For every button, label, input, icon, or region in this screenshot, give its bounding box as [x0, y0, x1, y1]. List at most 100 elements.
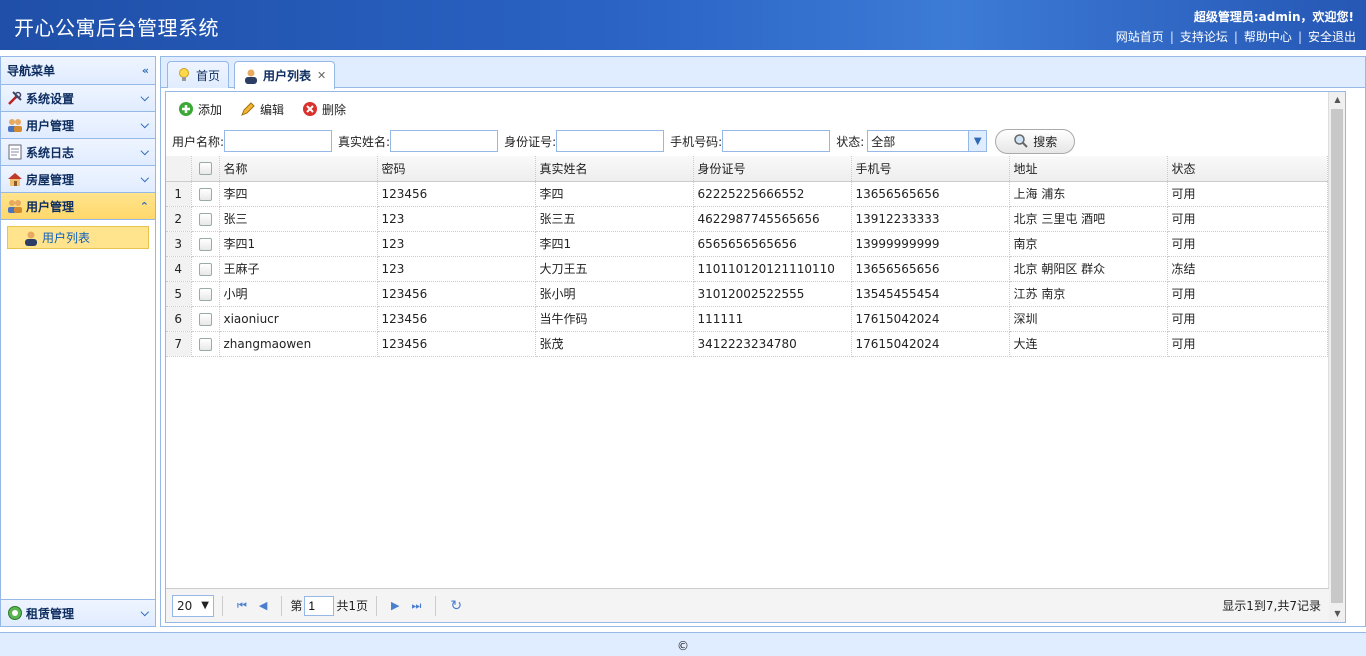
- checkbox[interactable]: [198, 212, 212, 226]
- table-row[interactable]: 4 王麻子 123 大刀王五 110110120121110110 13656565656…: [166, 256, 1328, 282]
- footer: ©: [0, 632, 1366, 656]
- user-icon: [25, 231, 37, 246]
- table-cell: 南京: [1009, 231, 1168, 257]
- link-site-home[interactable]: 网站首页: [1116, 28, 1164, 45]
- add-button[interactable]: 添加: [178, 101, 222, 118]
- row-checkbox-cell[interactable]: [191, 306, 220, 332]
- pagination-bar: 20 ▼ ⏮ ◀ 第 共1页 ▶ ⏭ ↻ 显示1到7,共7记录: [166, 588, 1329, 622]
- tab-label: 首页: [196, 68, 221, 83]
- table-cell: 上海 浦东: [1009, 181, 1168, 207]
- table-row[interactable]: 2 张三 123 张三五 4622987745565656 13912233333 北京 三…: [166, 206, 1328, 232]
- close-icon[interactable]: ✕: [317, 69, 326, 82]
- checkbox[interactable]: [198, 237, 212, 251]
- column-header[interactable]: 真实姓名: [535, 156, 694, 182]
- row-checkbox-cell[interactable]: [191, 331, 220, 357]
- page-number-input[interactable]: [304, 595, 335, 616]
- next-page-icon[interactable]: ▶: [391, 599, 399, 612]
- row-checkbox-cell[interactable]: [191, 231, 220, 257]
- page-size-select[interactable]: 20 ▼: [172, 594, 214, 617]
- scroll-down-icon[interactable]: ▼: [1329, 606, 1346, 622]
- page-size-value: 20: [177, 598, 193, 613]
- table-cell: 可用: [1167, 231, 1328, 257]
- phone-input[interactable]: [722, 130, 831, 152]
- sidebar-header: 导航菜单 «: [1, 57, 155, 85]
- checkbox[interactable]: [198, 262, 212, 276]
- table-cell: 6565656565656: [693, 231, 852, 257]
- refresh-icon[interactable]: ↻: [450, 598, 462, 614]
- sidebar-item-user-management[interactable]: 用户管理 ⌵: [1, 112, 155, 139]
- sidebar-item-user-management-expanded[interactable]: 用户管理 ⌃: [1, 193, 155, 220]
- table-row[interactable]: 6 xiaoniucr 123456 当牛作码 111111 17615042024 深圳可…: [166, 306, 1328, 332]
- first-page-icon[interactable]: ⏮: [237, 599, 247, 613]
- table-row[interactable]: 5 小明 123456 张小明 31012002522555 13545455454 江苏 …: [166, 281, 1328, 307]
- edit-button[interactable]: 编辑: [240, 101, 284, 118]
- column-header[interactable]: 手机号: [851, 156, 1010, 182]
- table-cell: 123: [377, 256, 536, 282]
- scroll-up-icon[interactable]: ▲: [1329, 92, 1346, 108]
- sidebar-item-system-log[interactable]: 系统日志 ⌵: [1, 139, 155, 166]
- collapse-left-icon[interactable]: «: [142, 64, 149, 77]
- table-cell: 123: [377, 231, 536, 257]
- sidebar-item-label: 系统设置: [26, 91, 75, 106]
- link-help-center[interactable]: 帮助中心: [1244, 28, 1292, 45]
- prev-page-icon[interactable]: ◀: [259, 599, 267, 612]
- idcard-input[interactable]: [556, 130, 665, 152]
- sidebar-item-house-management[interactable]: 房屋管理 ⌵: [1, 166, 155, 193]
- table-cell: 123456: [377, 181, 536, 207]
- table-row[interactable]: 7 zhangmaowen 123456 张茂 3412223234780 1761504…: [166, 331, 1328, 357]
- row-checkbox-cell[interactable]: [191, 281, 220, 307]
- divider: [222, 595, 223, 616]
- column-header[interactable]: 身份证号: [693, 156, 852, 182]
- realname-input[interactable]: [390, 130, 499, 152]
- tab-bar: 首页 用户列表 ✕: [161, 57, 1365, 89]
- username-input[interactable]: [224, 130, 333, 152]
- sidebar-subitem-user-list[interactable]: 用户列表: [7, 226, 149, 249]
- column-header[interactable]: 地址: [1009, 156, 1168, 182]
- users-icon: [8, 200, 22, 213]
- table-cell: 62225225666552: [693, 181, 852, 207]
- last-page-icon[interactable]: ⏭: [412, 599, 422, 613]
- delete-button[interactable]: 删除: [302, 101, 346, 118]
- row-checkbox-cell[interactable]: [191, 206, 220, 232]
- divider: |: [1297, 29, 1302, 44]
- table-cell: 可用: [1167, 206, 1328, 232]
- sidebar-item-lease-management[interactable]: 租赁管理 ⌵: [1, 599, 155, 626]
- checkbox[interactable]: [198, 312, 212, 326]
- search-icon: [1014, 134, 1028, 148]
- tab-user-list[interactable]: 用户列表 ✕: [234, 61, 336, 89]
- select-all-checkbox[interactable]: [191, 156, 220, 182]
- status-select[interactable]: 全部 ▼: [867, 130, 988, 152]
- table-cell: 张三: [219, 206, 378, 232]
- sidebar-item-system-settings[interactable]: 系统设置 ⌵: [1, 85, 155, 112]
- checkbox[interactable]: [198, 187, 212, 201]
- checkbox[interactable]: [198, 162, 212, 176]
- checkbox[interactable]: [198, 337, 212, 351]
- checkbox[interactable]: [198, 287, 212, 301]
- scroll-thumb[interactable]: [1331, 109, 1343, 603]
- search-label: 搜索: [1033, 134, 1058, 149]
- row-checkbox-cell[interactable]: [191, 181, 220, 207]
- table-row[interactable]: 3 李四1 123 李四1 6565656565656 13999999999 南京 可用: [166, 231, 1328, 257]
- table-row[interactable]: 1 李四 123456 李四 62225225666552 13656565656 上海 浦…: [166, 181, 1328, 207]
- column-header[interactable]: 名称: [219, 156, 378, 182]
- column-header[interactable]: 密码: [377, 156, 536, 182]
- row-number: 7: [166, 331, 192, 357]
- search-button[interactable]: 搜索: [995, 128, 1076, 154]
- row-checkbox-cell[interactable]: [191, 256, 220, 282]
- chevron-down-icon[interactable]: ▼: [968, 131, 987, 151]
- table-cell: 13912233333: [851, 206, 1010, 232]
- vertical-scrollbar[interactable]: ▲ ▼: [1328, 92, 1345, 622]
- edit-label: 编辑: [260, 102, 285, 117]
- users-icon: [8, 119, 22, 132]
- table-cell: 江苏 南京: [1009, 281, 1168, 307]
- link-logout[interactable]: 安全退出: [1308, 28, 1356, 45]
- table-cell: 13999999999: [851, 231, 1010, 257]
- status-label: 状态:: [836, 134, 865, 149]
- column-header[interactable]: 状态: [1167, 156, 1328, 182]
- chevron-down-icon: ⌵: [140, 172, 149, 185]
- link-support-forum[interactable]: 支持论坛: [1180, 28, 1228, 45]
- chevron-up-icon: ⌃: [139, 199, 149, 213]
- tab-home[interactable]: 首页: [167, 61, 230, 88]
- table-cell: 冻结: [1167, 256, 1328, 282]
- delete-label: 删除: [322, 102, 347, 117]
